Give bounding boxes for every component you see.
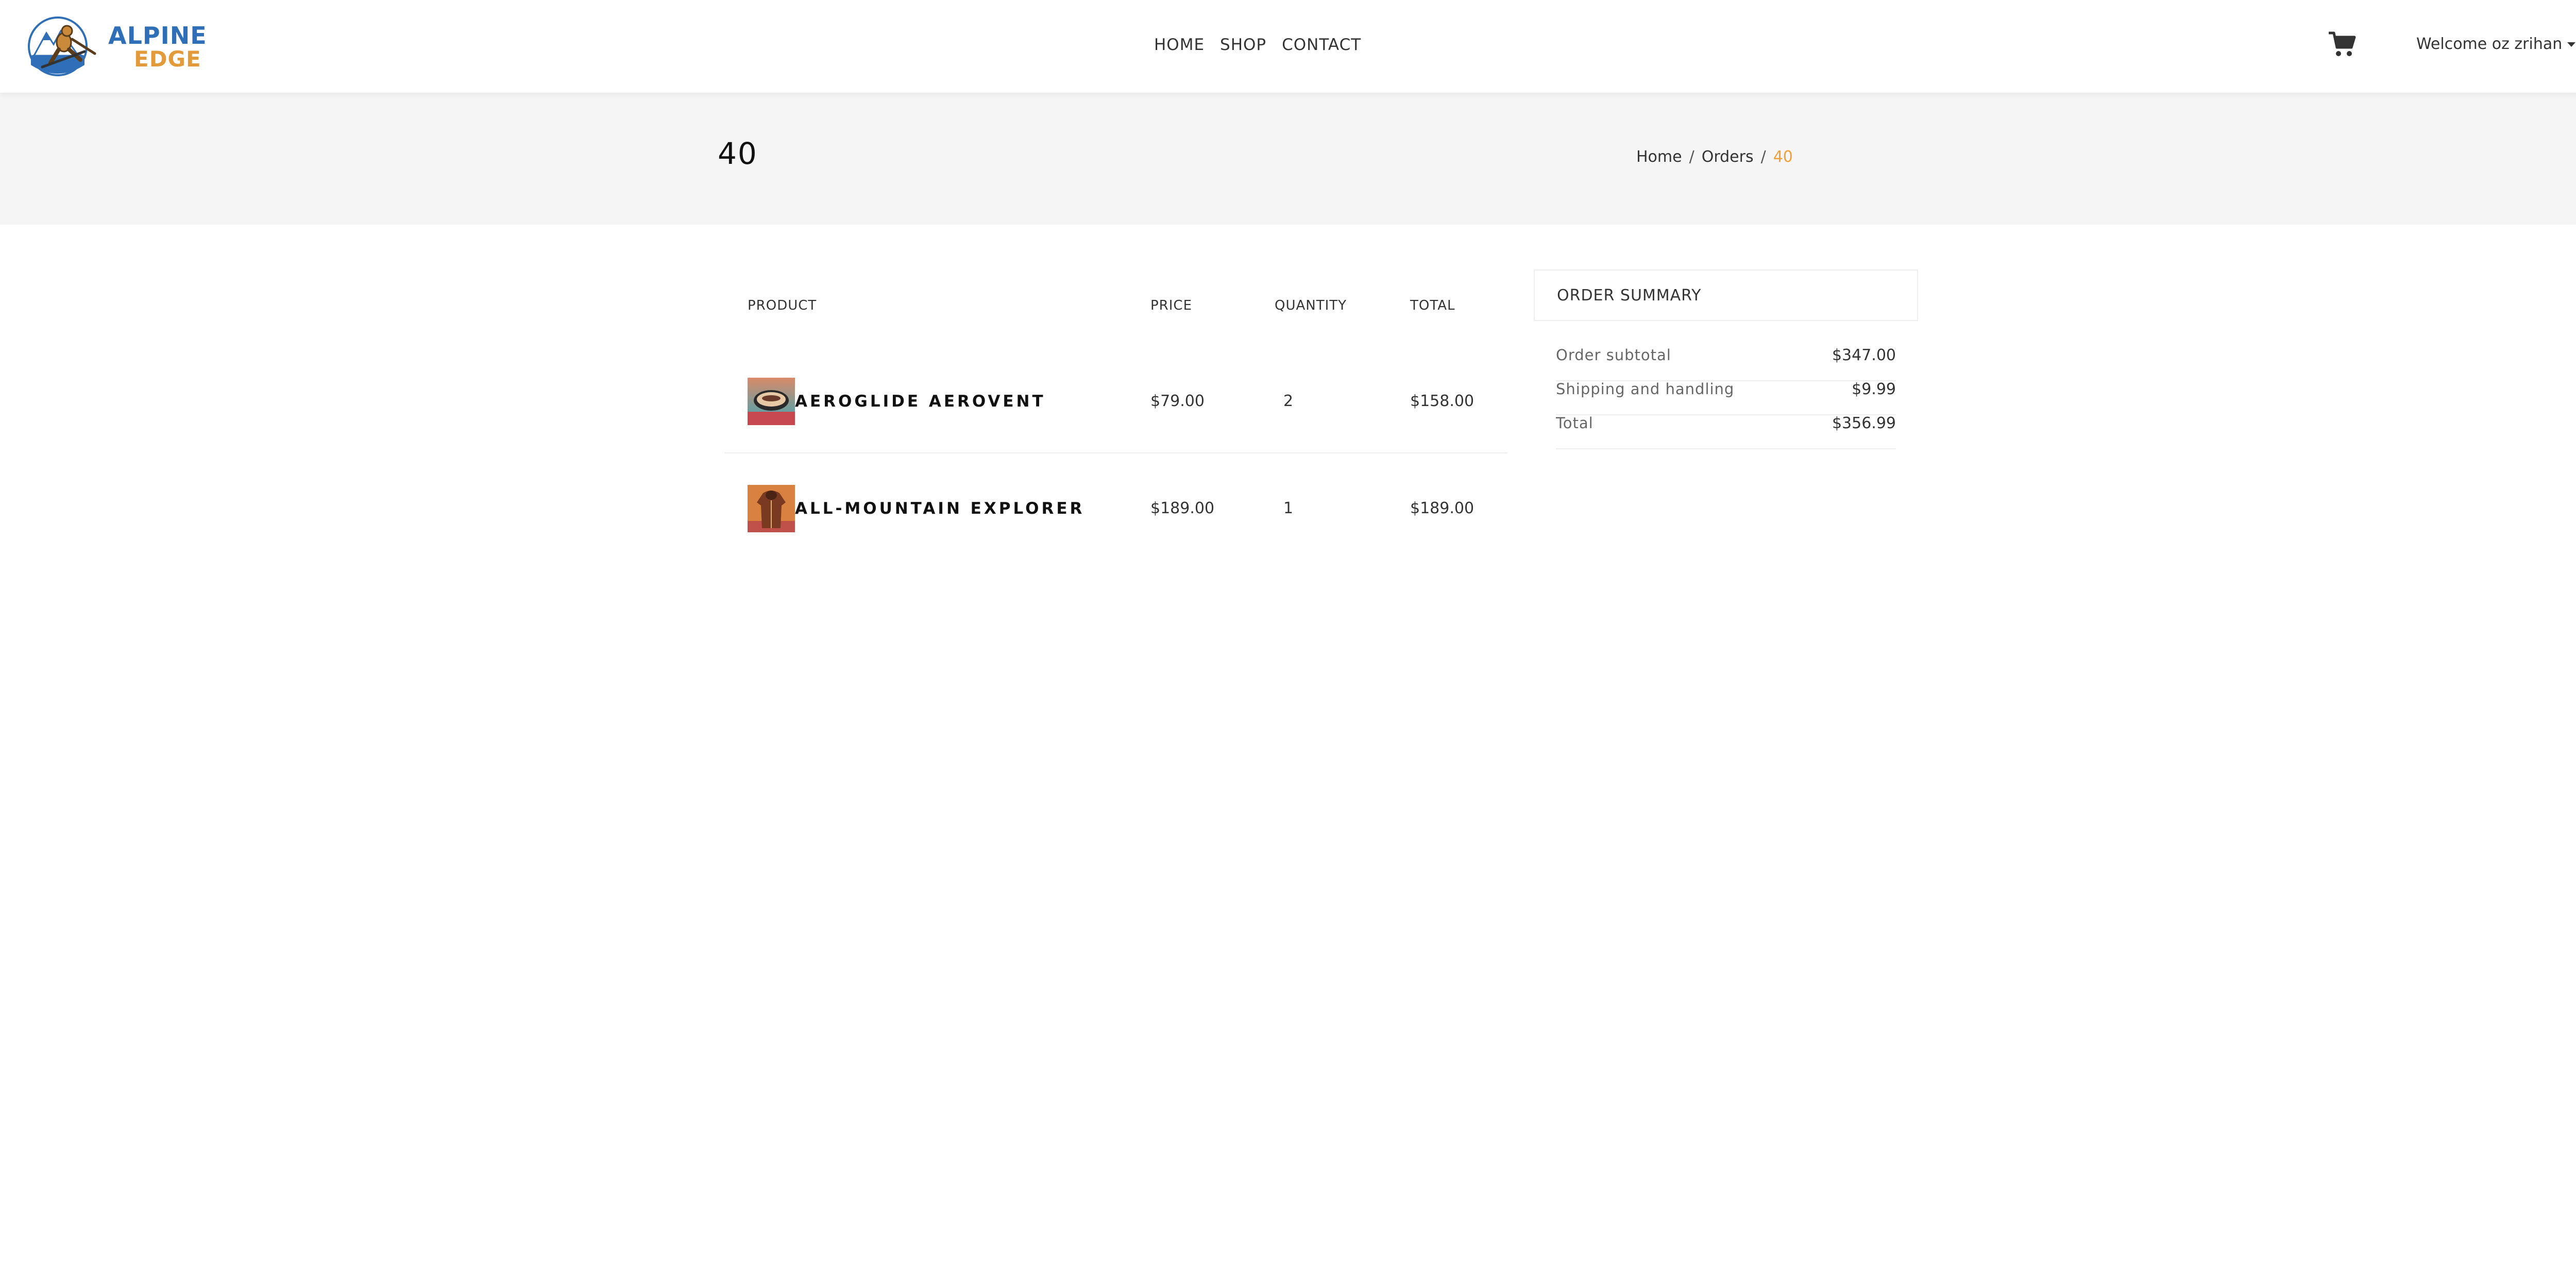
subtotal-label: Order subtotal [1556,346,1671,364]
user-account-dropdown[interactable]: Welcome oz zrihan [2416,35,2576,53]
item-total: $158.00 [1410,392,1475,410]
item-quantity: 1 [1283,499,1294,517]
item-price: $79.00 [1150,392,1205,410]
nav-shop-link[interactable]: SHOP [1220,36,1266,54]
breadcrumb-current: 40 [1773,148,1793,166]
navbar: ALPINE EDGE HOME SHOP CONTACT Welcome oz… [0,0,2576,93]
item-total: $189.00 [1410,499,1475,517]
total-column-header: TOTAL [1410,298,1455,313]
order-summary-list: Order subtotal $347.00 Shipping and hand… [1556,330,1896,449]
order-summary-title: ORDER SUMMARY [1534,269,1918,321]
table-row: AEROGLIDE AEROVENT $79.00 2 $158.00 [724,346,1507,453]
order-summary: ORDER SUMMARY Order subtotal $347.00 Shi… [1534,269,1920,449]
breadcrumb-home-link[interactable]: Home [1636,148,1682,166]
breadcrumb-separator: / [1760,148,1766,166]
ski-goggles-image[interactable] [748,378,795,425]
shipping-value: $9.99 [1852,380,1896,398]
subtotal-value: $347.00 [1832,346,1896,364]
item-price: $189.00 [1150,499,1215,517]
ski-jacket-image[interactable] [748,485,795,532]
shipping-label: Shipping and handling [1556,380,1735,398]
chevron-down-icon [2567,42,2576,47]
summary-total-row: Total $356.99 [1556,398,1896,449]
page-header: 40 Home / Orders / 40 [0,93,2576,225]
brand-logo[interactable]: ALPINE EDGE [27,15,207,78]
breadcrumb: Home / Orders / 40 [1636,148,1793,166]
table-row: ALL-MOUNTAIN EXPLORER $189.00 1 $189.00 [724,453,1507,560]
nav-home-link[interactable]: HOME [1154,36,1205,54]
shopping-cart-icon[interactable] [2328,31,2357,58]
page-title: 40 [718,136,758,171]
item-quantity: 2 [1283,392,1294,410]
product-column-header: PRODUCT [748,298,817,313]
user-greeting: Welcome oz zrihan [2416,35,2563,53]
product-name-link[interactable]: AEROGLIDE AEROVENT [795,392,1046,411]
brand-name-line1: ALPINE [108,22,207,49]
total-value: $356.99 [1832,414,1896,432]
brand-name-line2: EDGE [134,46,201,72]
main-nav: HOME SHOP CONTACT [1154,0,1361,90]
total-label: Total [1556,414,1594,432]
price-column-header: PRICE [1150,298,1192,313]
breadcrumb-separator: / [1689,148,1694,166]
breadcrumb-orders-link[interactable]: Orders [1702,148,1754,166]
quantity-column-header: QUANTITY [1275,298,1347,313]
nav-contact-link[interactable]: CONTACT [1282,36,1361,54]
product-name-link[interactable]: ALL-MOUNTAIN EXPLORER [795,499,1084,518]
